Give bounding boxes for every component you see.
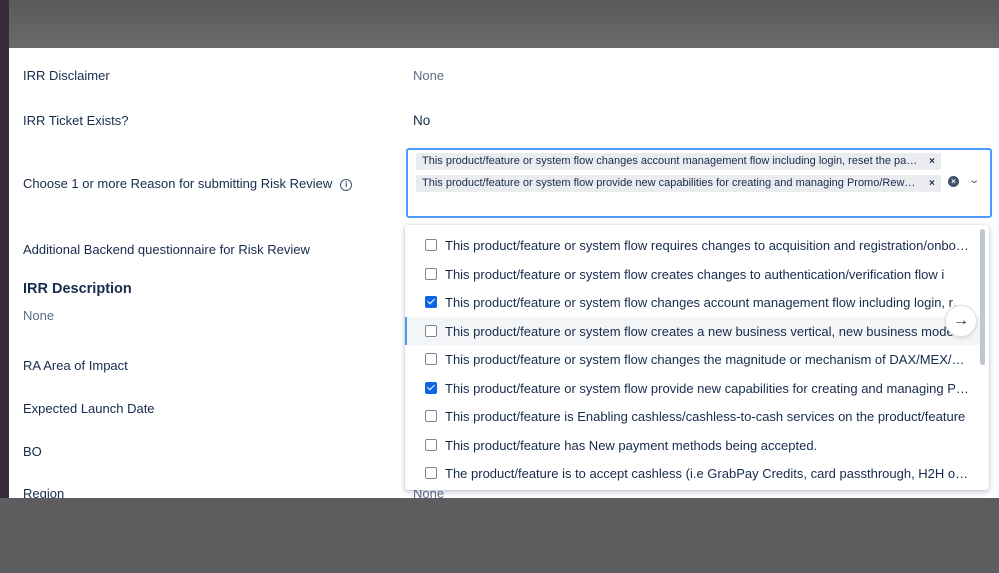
irr-description-value: None	[23, 308, 55, 323]
checkbox[interactable]	[425, 382, 437, 394]
irr-ticket-exists-label: IRR Ticket Exists?	[23, 113, 129, 128]
option-item[interactable]: This product/feature or system flow chan…	[405, 345, 979, 373]
option-label: This product/feature or system flow requ…	[445, 237, 969, 253]
option-item[interactable]: This product/feature or system flow prov…	[405, 374, 979, 402]
chevron-down-icon[interactable]: ⌄	[968, 175, 980, 186]
option-item[interactable]: The product/feature is to accept cashles…	[405, 459, 979, 487]
ticket-details-panel: IRR Disclaimer None IRR Ticket Exists? N…	[9, 48, 999, 498]
irr-disclaimer-value: None	[413, 68, 445, 83]
irr-description-heading: IRR Description	[23, 281, 132, 297]
menu-scrollbar[interactable]	[980, 229, 985, 365]
chip-label: This product/feature or system flow prov…	[422, 177, 919, 189]
option-label: This product/feature has New payment met…	[445, 437, 818, 453]
option-label: This product/feature or system flow chan…	[445, 294, 969, 310]
option-item[interactable]: This product/feature or system flow chan…	[405, 288, 979, 316]
launch-date-label: Expected Launch Date	[23, 401, 155, 416]
selected-chip: This product/feature or system flow chan…	[416, 153, 941, 170]
chip-label: This product/feature or system flow chan…	[422, 155, 919, 167]
chip-remove-icon[interactable]: ×	[929, 175, 935, 192]
option-label: This product/feature is Enabling cashles…	[445, 408, 966, 424]
option-item-focused[interactable]: This product/feature or system flow crea…	[405, 317, 981, 345]
arrow-right-icon[interactable]: →	[945, 305, 977, 337]
option-label: This product/feature or system flow crea…	[445, 266, 945, 282]
option-label: This product/feature or system flow crea…	[445, 323, 969, 339]
region-label: Region	[23, 486, 65, 498]
checkbox[interactable]	[425, 410, 437, 422]
checkbox[interactable]	[425, 239, 437, 251]
option-item[interactable]: This product/feature is Enabling cashles…	[405, 402, 979, 430]
irr-disclaimer-label: IRR Disclaimer	[23, 68, 110, 83]
reason-label-text: Choose 1 or more Reason for submitting R…	[23, 176, 333, 191]
irr-ticket-exists-value: No	[413, 113, 431, 128]
option-label: The product/feature is to accept cashles…	[445, 465, 969, 481]
checkbox[interactable]	[425, 353, 437, 365]
checkbox[interactable]	[425, 467, 437, 479]
option-label: This product/feature or system flow chan…	[445, 351, 969, 367]
modal-overlay-top	[0, 0, 999, 48]
backend-questionnaire-label: Additional Backend questionnaire for Ris…	[23, 242, 310, 257]
chip-remove-icon[interactable]: ×	[929, 153, 935, 170]
selected-chip: This product/feature or system flow prov…	[416, 175, 941, 192]
info-icon[interactable]: i	[340, 178, 353, 191]
option-item[interactable]: This product/feature has New payment met…	[405, 431, 979, 459]
checkbox[interactable]	[425, 268, 437, 280]
reason-options-menu: This product/feature or system flow requ…	[405, 225, 989, 490]
reason-multi-select[interactable]: This product/feature or system flow chan…	[406, 148, 992, 218]
bo-label: BO	[23, 444, 42, 459]
option-label: This product/feature or system flow prov…	[445, 380, 969, 396]
checkbox[interactable]	[425, 325, 437, 337]
ra-area-label: RA Area of Impact	[23, 358, 128, 373]
background-app-strip	[0, 0, 9, 573]
modal-overlay-bottom	[0, 498, 999, 573]
checkbox[interactable]	[425, 296, 437, 308]
option-item[interactable]: This product/feature or system flow requ…	[405, 231, 979, 259]
checkbox[interactable]	[425, 439, 437, 451]
clear-selection-icon[interactable]: ×	[948, 176, 959, 187]
reason-field-label: Choose 1 or more Reason for submitting R…	[23, 176, 353, 191]
option-item[interactable]: This product/feature or system flow crea…	[405, 260, 979, 288]
